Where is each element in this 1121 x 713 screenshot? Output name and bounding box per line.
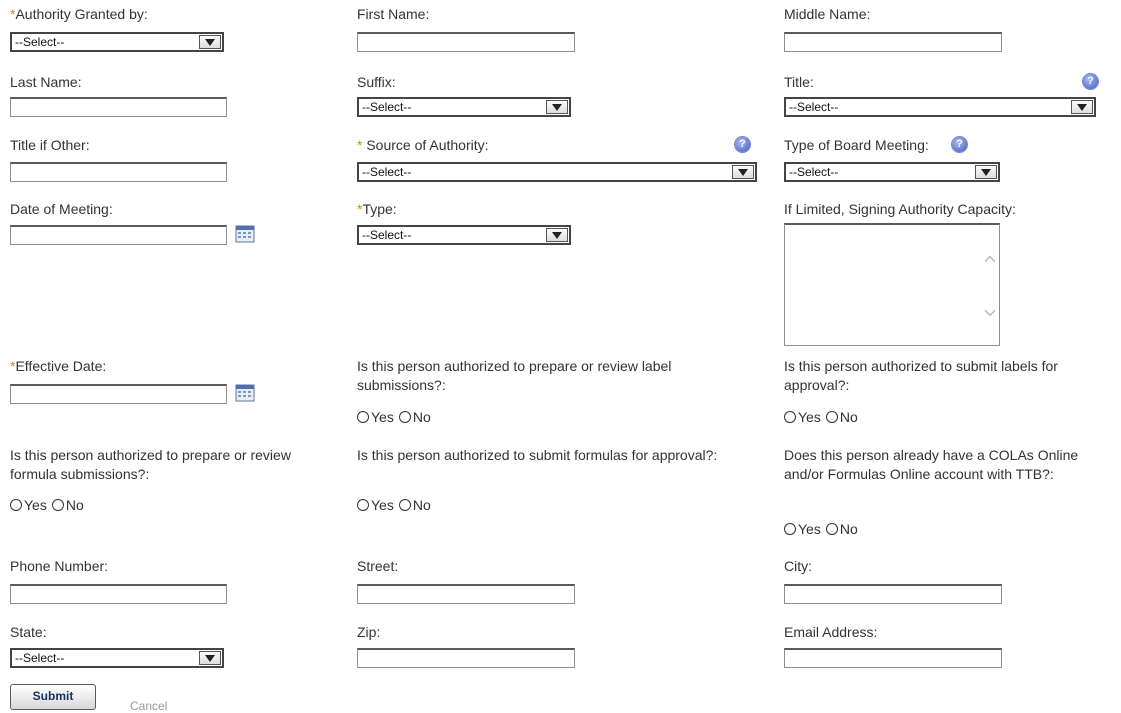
zip-input[interactable] (357, 648, 575, 668)
title-help-icon[interactable]: ? (1083, 74, 1098, 89)
phone-number-label: Phone Number: (10, 558, 109, 574)
required-marker: * (357, 137, 363, 153)
yes-radio[interactable] (784, 523, 796, 535)
prepare-formula-radio-group: Yes No (10, 497, 89, 513)
first-name-input[interactable] (357, 32, 575, 52)
suffix-label: Suffix: (357, 74, 396, 90)
submit-formulas-question: Is this person authorized to submit form… (357, 447, 718, 463)
textarea-scrollbar[interactable] (982, 225, 999, 345)
city-input[interactable] (784, 584, 1002, 604)
signing-capacity-textarea[interactable] (784, 223, 1000, 346)
existing-account-radio-group: Yes No (784, 521, 863, 537)
yes-radio[interactable] (357, 499, 369, 511)
date-of-meeting-label: Date of Meeting: (10, 201, 113, 217)
source-of-authority-label: * Source of Authority: (357, 137, 489, 153)
submit-labels-radio-group: Yes No (784, 409, 863, 425)
type-of-board-meeting-select[interactable]: --Select-- (784, 162, 1000, 182)
middle-name-label: Middle Name: (784, 6, 871, 22)
email-address-label: Email Address: (784, 624, 878, 640)
title-label: Title: (784, 74, 814, 90)
zip-label: Zip: (357, 624, 381, 640)
submit-labels-question: Is this person authorized to submit labe… (784, 358, 1058, 393)
source-of-authority-help-icon[interactable]: ? (735, 137, 750, 152)
board-meeting-help-icon[interactable]: ? (952, 137, 967, 152)
chevron-down-icon (199, 651, 221, 665)
no-radio[interactable] (398, 499, 411, 511)
chevron-down-icon (975, 165, 997, 179)
secondary-action-link[interactable]: Cancel (130, 699, 167, 713)
street-label: Street: (357, 558, 399, 574)
type-select[interactable]: --Select-- (357, 225, 571, 245)
authority-granted-by-select[interactable]: --Select-- (10, 32, 224, 52)
chevron-down-icon (732, 165, 754, 179)
calendar-icon[interactable] (235, 225, 255, 243)
title-if-other-label: Title if Other: (10, 137, 90, 153)
no-radio[interactable] (825, 523, 838, 535)
no-radio[interactable] (825, 411, 838, 423)
no-radio[interactable] (398, 411, 411, 423)
source-of-authority-select[interactable]: --Select-- (357, 162, 757, 182)
yes-radio[interactable] (357, 411, 369, 423)
chevron-down-icon (1071, 100, 1093, 114)
calendar-icon[interactable] (235, 384, 255, 402)
phone-number-input[interactable] (10, 584, 227, 604)
email-address-input[interactable] (784, 648, 1002, 668)
prepare-label-radio-group: Yes No (357, 409, 436, 425)
middle-name-input[interactable] (784, 32, 1002, 52)
type-of-board-meeting-label: Type of Board Meeting: (784, 137, 929, 153)
submit-button[interactable]: Submit (10, 684, 96, 710)
street-input[interactable] (357, 584, 575, 604)
city-label: City: (784, 558, 812, 574)
chevron-down-icon (546, 228, 568, 242)
state-label: State: (10, 624, 47, 640)
first-name-label: First Name: (357, 6, 430, 22)
yes-radio[interactable] (10, 499, 22, 511)
yes-radio[interactable] (784, 411, 796, 423)
title-select[interactable]: --Select-- (784, 97, 1096, 117)
suffix-select[interactable]: --Select-- (357, 97, 571, 117)
signing-capacity-label: If Limited, Signing Authority Capacity: (784, 201, 1016, 217)
effective-date-input[interactable] (10, 384, 227, 404)
no-radio[interactable] (51, 499, 64, 511)
existing-account-question: Does this person already have a COLAs On… (784, 447, 1079, 482)
chevron-down-icon (199, 35, 221, 49)
chevron-down-icon (546, 100, 568, 114)
submit-formulas-radio-group: Yes No (357, 497, 436, 513)
date-of-meeting-input[interactable] (10, 225, 227, 245)
last-name-input[interactable] (10, 97, 227, 117)
prepare-label-question: Is this person authorized to prepare or … (357, 358, 672, 393)
title-if-other-input[interactable] (10, 162, 227, 182)
type-label: *Type: (357, 201, 397, 217)
prepare-formula-question: Is this person authorized to prepare or … (10, 447, 291, 482)
state-select[interactable]: --Select-- (10, 648, 224, 668)
effective-date-label: *Effective Date: (10, 358, 107, 374)
authority-granted-by-label: *Authority Granted by: (10, 6, 148, 22)
last-name-label: Last Name: (10, 74, 82, 90)
